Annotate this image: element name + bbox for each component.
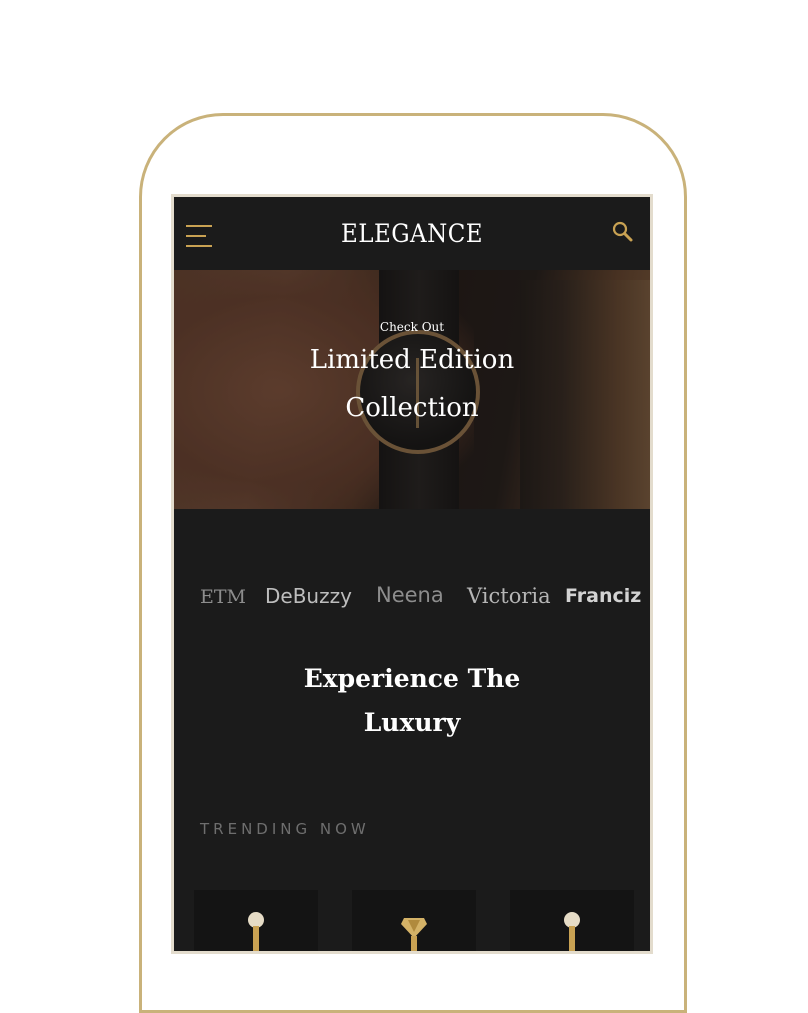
pearl-earring-icon <box>564 912 580 951</box>
app-header: ELEGANCE <box>174 197 650 270</box>
hero-title-line2: Collection <box>345 393 479 423</box>
hero-text: Check Out Limited Edition Collection <box>174 320 650 430</box>
search-icon[interactable] <box>612 221 634 243</box>
app-screen: ELEGANCE Check Out Limited Edition Colle… <box>171 194 653 954</box>
gem-ring-icon <box>401 918 427 951</box>
brand-logo-franciz[interactable]: Franciz <box>565 585 641 607</box>
section-title-line2: Luxury <box>363 708 461 737</box>
brand-logo-etm[interactable]: ETM <box>200 586 246 608</box>
brand-logo-victoria[interactable]: Victoria <box>467 584 551 608</box>
product-card[interactable] <box>510 890 634 951</box>
brand-title: ELEGANCE <box>340 219 484 248</box>
hero-title-line1: Limited Edition <box>309 345 515 375</box>
pearl-earring-icon <box>248 912 264 951</box>
brand-logo-debuzzy[interactable]: DeBuzzy <box>265 584 352 608</box>
section-title-line1: Experience The <box>303 664 521 693</box>
trending-label: TRENDING NOW <box>200 820 370 838</box>
section-title: Experience The Luxury <box>174 657 650 745</box>
brand-logos: ETM DeBuzzy Neena Victoria Franciz <box>174 509 650 649</box>
hero-kicker: Check Out <box>379 320 445 334</box>
hero-banner[interactable]: Check Out Limited Edition Collection <box>174 270 650 509</box>
brand-logo-neena[interactable]: Neena <box>376 583 444 607</box>
product-card[interactable] <box>194 890 318 951</box>
product-card[interactable] <box>352 890 476 951</box>
